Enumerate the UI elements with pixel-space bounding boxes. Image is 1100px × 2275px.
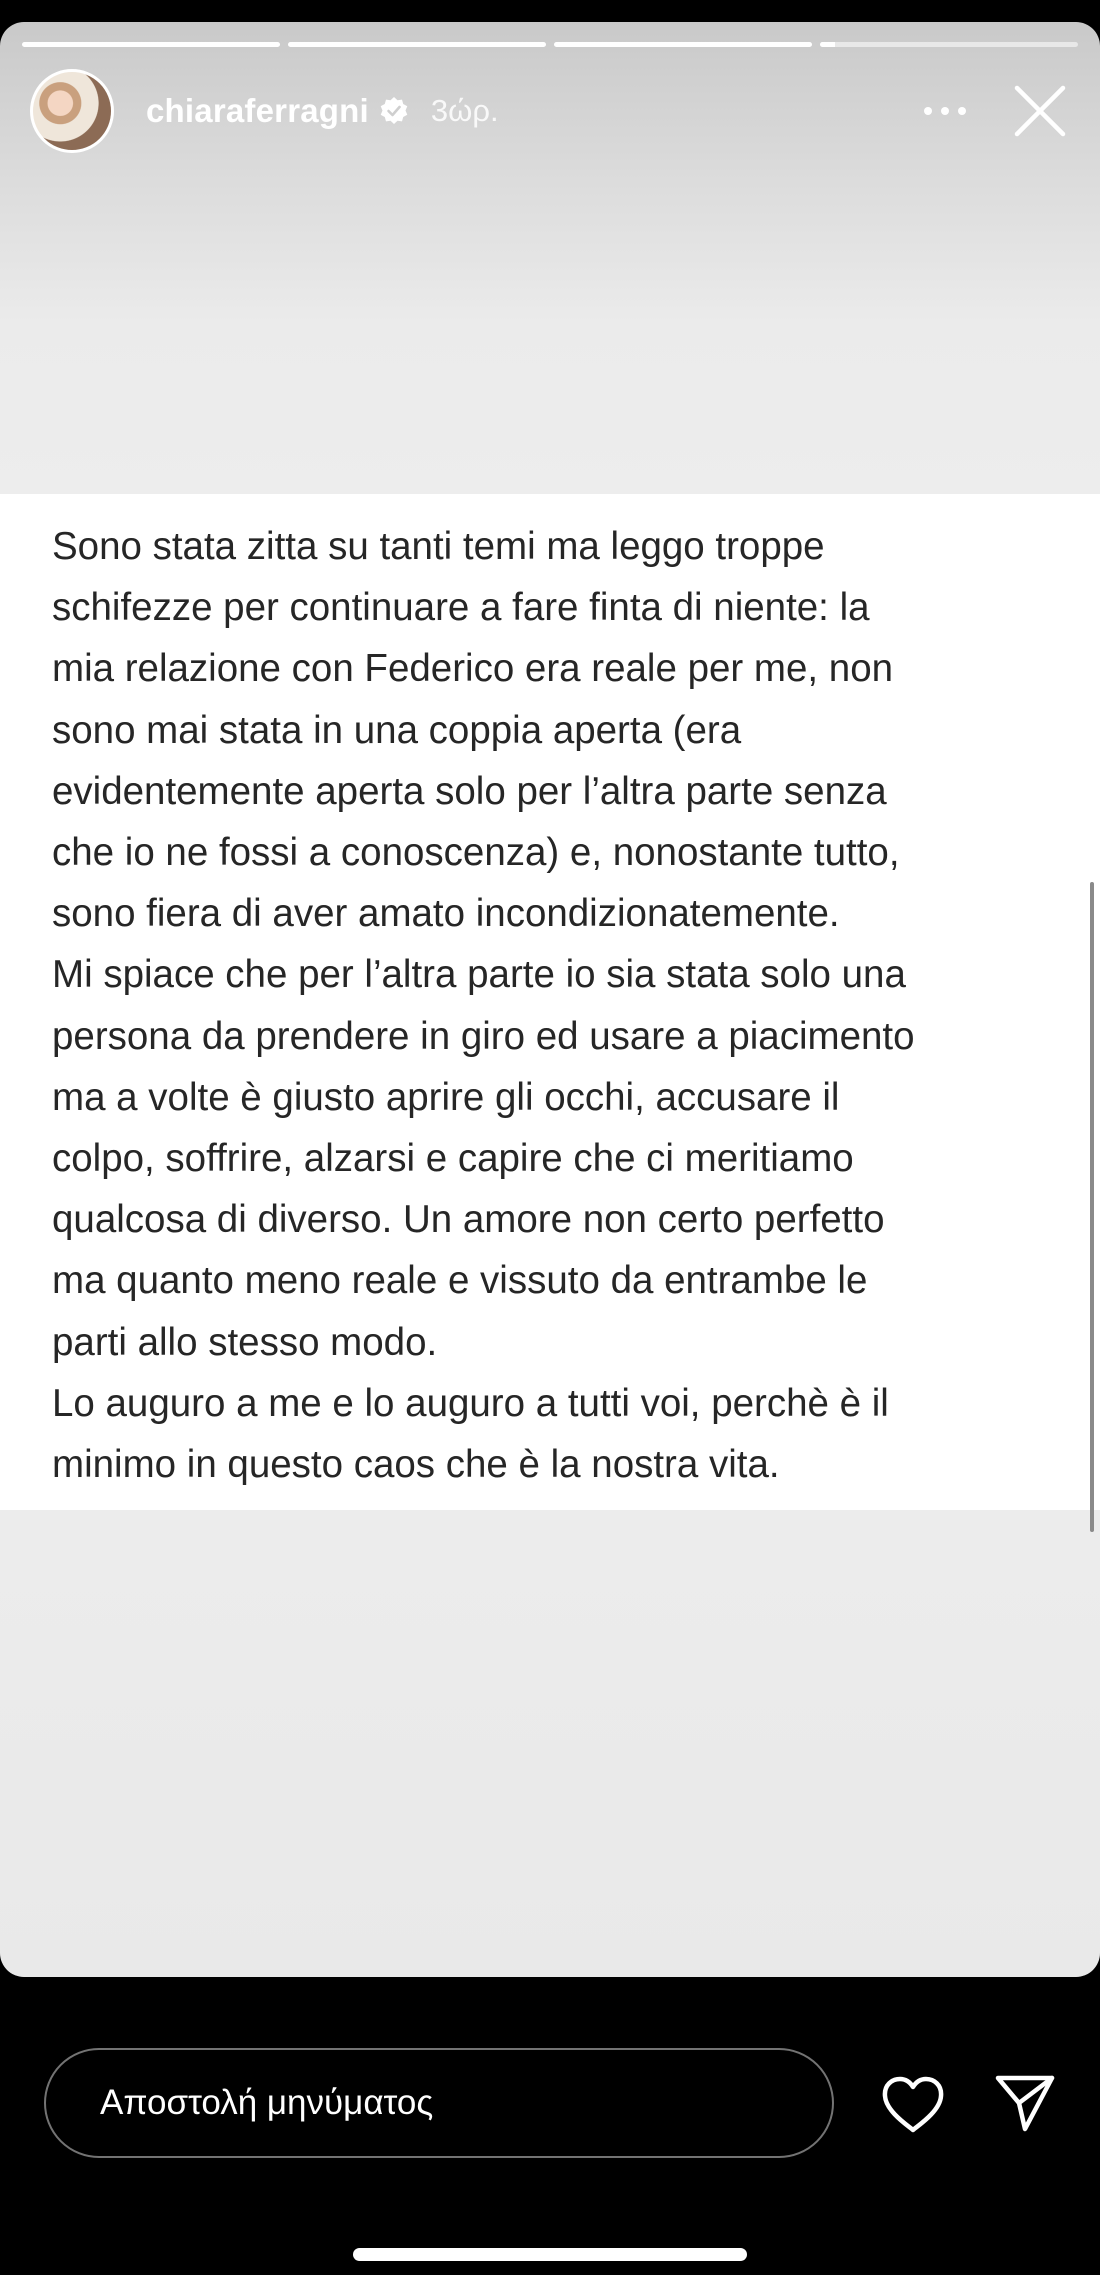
text-line: ma quanto meno reale e vissuto da entram… (52, 1259, 868, 1303)
username[interactable]: chiaraferragni (146, 92, 369, 130)
story-text-panel: Sono stata zitta su tanti temi ma leggo … (0, 494, 1100, 1532)
text-line: persona da prendere in giro ed usare a p… (52, 1014, 915, 1058)
verified-badge-icon (379, 96, 409, 126)
text-line: Mi spiace che per l’altra parte io sia s… (52, 953, 906, 997)
story-text: Sono stata zitta su tanti temi ma leggo … (52, 516, 1062, 1495)
text-line: qualcosa di diverso. Un amore non certo … (52, 1198, 885, 1242)
text-line: sono mai stata in una coppia aperta (era (52, 708, 742, 752)
text-line: colpo, soffrire, alzarsi e capire che ci… (52, 1137, 854, 1181)
text-line: ma a volte è giusto aprire gli occhi, ac… (52, 1075, 840, 1119)
progress-segment (288, 42, 546, 47)
text-line: schifezze per continuare a fare finta di… (52, 586, 870, 630)
close-icon[interactable] (1010, 81, 1070, 141)
avatar[interactable] (30, 69, 114, 153)
text-line: Lo auguro a me e lo auguro a tutti voi, … (52, 1381, 889, 1425)
progress-fill (820, 42, 836, 47)
heart-icon[interactable] (880, 2075, 946, 2135)
text-line: Sono stata zitta su tanti temi ma leggo … (52, 525, 825, 568)
story-header: chiaraferragni 3ώρ. (30, 68, 1070, 154)
text-line: parti allo stesso modo. (52, 1320, 438, 1364)
text-line: mia relazione con Federico era reale per… (52, 647, 894, 691)
scroll-indicator[interactable] (1090, 882, 1094, 1532)
progress-segment (820, 42, 1078, 47)
progress-fill (554, 42, 812, 47)
progress-segment (22, 42, 280, 47)
story-progress-bars (22, 42, 1078, 47)
progress-segment (554, 42, 812, 47)
progress-fill (22, 42, 280, 47)
reply-placeholder: Αποστολή μηνύματος (100, 2083, 434, 2122)
timestamp: 3ώρ. (430, 93, 499, 128)
home-indicator[interactable] (353, 2248, 747, 2261)
progress-fill (288, 42, 546, 47)
story-card[interactable]: chiaraferragni 3ώρ. Sono stata zitta su … (0, 22, 1100, 1977)
reply-input[interactable]: Αποστολή μηνύματος (44, 2048, 834, 2158)
text-line: che io ne fossi a conoscenza) e, nonosta… (52, 831, 900, 875)
text-line: evidentemente aperta solo per l’altra pa… (52, 769, 887, 813)
text-line: sono fiera di aver amato incondizionatem… (52, 892, 840, 936)
text-line: minimo in questo caos che è la nostra vi… (52, 1443, 780, 1487)
send-icon[interactable] (994, 2072, 1056, 2134)
more-horizontal-icon[interactable] (920, 86, 970, 136)
